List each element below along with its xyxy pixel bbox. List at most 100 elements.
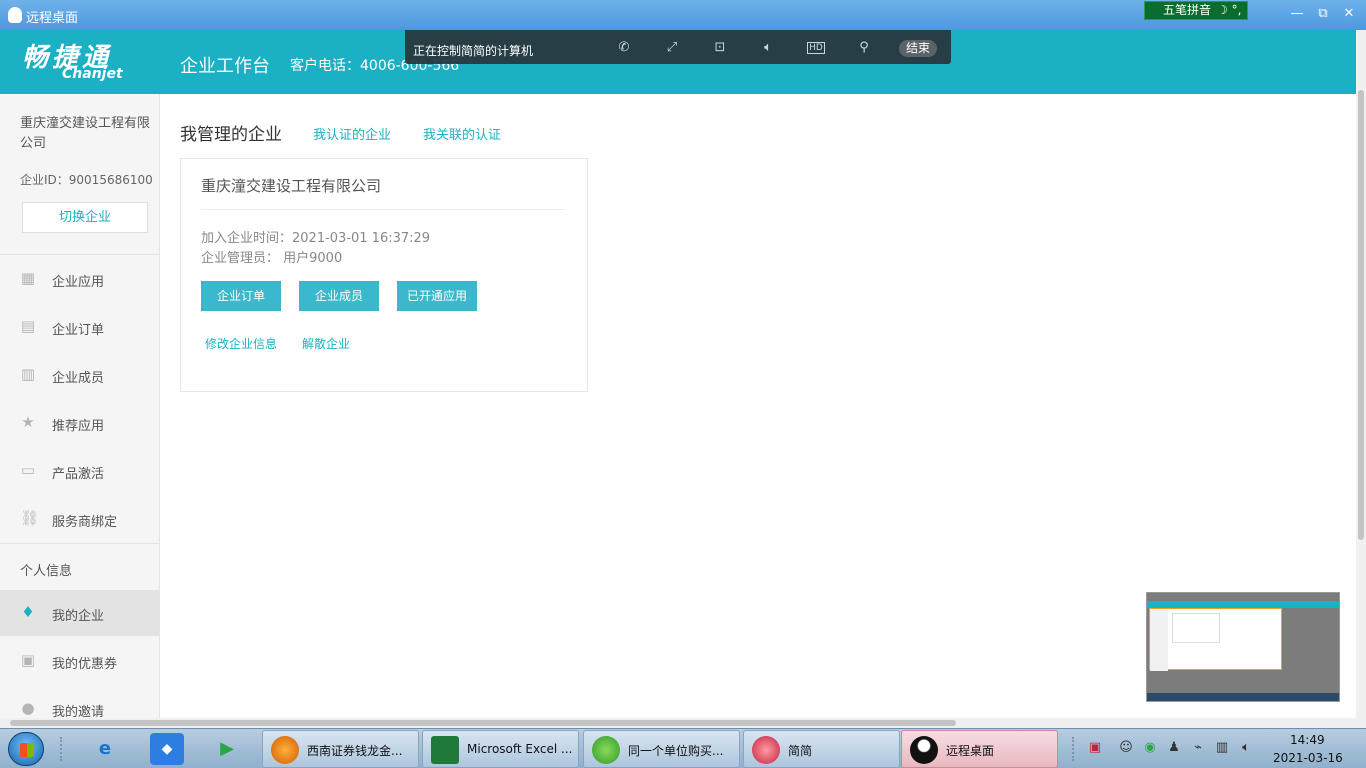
tab-related-certifications[interactable]: 我关联的认证 [423,124,501,143]
sidebar-item-label: 企业订单 [52,323,105,338]
scroll-thumb[interactable] [10,720,956,726]
edit-company-link[interactable]: 修改企业信息 [205,335,277,352]
card-join-time: 加入企业时间：2021-03-01 16:37:29 [201,231,431,246]
logo-en: Chanjet [62,66,123,82]
ticket-icon: ▭ [20,461,36,479]
vertical-scrollbar[interactable] [1356,30,1366,728]
ime-extra: ☽ °, [1217,3,1242,17]
hd-icon[interactable]: HD [807,42,825,54]
preview-header [1147,601,1339,608]
start-button[interactable] [8,732,44,766]
sidebar-item-members[interactable]: ▥ 企业成员 [0,352,159,398]
pin-icon[interactable]: ⚲ [855,40,873,56]
divider [0,543,159,544]
tray-volume-icon[interactable]: 🔈︎ [1238,740,1254,756]
sidebar-item-label: 产品激活 [52,467,105,482]
qq-icon [910,736,938,764]
company-members-button[interactable]: 企业成员 [299,281,379,311]
sidebar-company-id: 企业ID：90015686100 [20,173,153,187]
company-orders-button[interactable]: 企业订单 [201,281,281,311]
remote-status: 正在控制简简的计算机 [413,44,534,58]
tray-monkey-icon[interactable]: ☺ [1118,740,1134,756]
task-label: 简简 [788,744,813,758]
sidebar-item-recommended[interactable]: ★ 推荐应用 [0,400,159,446]
sidebar-company-name: 重庆潼交建设工程有限公司 [20,116,151,151]
restore-button[interactable]: ⧉ [1312,5,1334,23]
tray-grip [1072,737,1076,761]
avatar [752,736,780,764]
task-label: 同一个单位购买... [628,744,724,758]
taskbar-grip [60,737,64,761]
sidebar-item-activation[interactable]: ▭ 产品激活 [0,448,159,494]
tray-app-icon[interactable]: ▣ [1087,740,1103,756]
sidebar-item-orders[interactable]: ▤ 企业订单 [0,304,159,350]
video-player-icon[interactable]: ▶ [210,733,244,765]
clock-date[interactable]: 2021-03-16 [1273,751,1343,765]
remote-desktop-titlebar: 远程桌面 五笔拼音 ☽ °, — ⧉ ✕ [0,0,1366,30]
screenshot-icon[interactable]: ⊡ [711,40,729,56]
shield-icon[interactable]: ◆ [150,733,184,765]
stock-app-icon [271,736,299,764]
minimize-button[interactable]: — [1286,5,1308,23]
task-browser[interactable]: 同一个单位购买... [583,730,740,768]
tab-managed-companies[interactable]: 我管理的企业 [180,120,282,145]
sidebar-item-label: 推荐应用 [52,419,105,434]
building-icon: ▥ [20,365,36,383]
sidebar-item-invites[interactable]: ● 我的邀请 [0,686,159,720]
sidebar-item-apps[interactable]: ▦ 企业应用 [0,256,159,302]
volume-icon[interactable]: 🔈︎ [759,40,777,56]
preview-sidebar [1150,609,1168,671]
page-title: 企业工作台 [180,56,270,77]
tray-browser-icon[interactable]: ◉ [1142,740,1158,756]
tab-certified-companies[interactable]: 我认证的企业 [313,124,391,143]
fullscreen-icon[interactable]: ⤢ [663,40,681,56]
order-icon: ▤ [20,317,36,335]
sidebar: 重庆潼交建设工程有限公司 企业ID：90015686100 切换企业 ▦ 企业应… [0,94,160,720]
remote-control-toolbar: 正在控制简简的计算机 ✆ ⤢ ⊡ 🔈︎ HD ⚲ 结束 [405,30,951,64]
opened-apps-button[interactable]: 已开通应用 [397,281,477,311]
tray-network-icon[interactable]: ▥ [1214,740,1230,756]
remote-screen-preview[interactable] [1146,592,1340,702]
horizontal-scrollbar[interactable] [0,718,1356,728]
ime-indicator[interactable]: 五笔拼音 ☽ °, [1144,1,1248,20]
window-title: 远程桌面 [26,11,79,26]
close-button[interactable]: ✕ [1338,5,1360,23]
task-label: 远程桌面 [946,744,995,758]
dissolve-company-link[interactable]: 解散企业 [302,335,350,352]
task-jianjian[interactable]: 简简 [743,730,900,768]
tray-qq-icon[interactable]: ♟ [1166,740,1182,756]
end-button[interactable]: 结束 [899,40,937,57]
qq-icon [8,7,22,23]
section-personal-info: 个人信息 [20,564,73,579]
excel-icon [431,736,459,764]
phone-icon[interactable]: ✆ [615,40,633,56]
sidebar-item-label: 我的优惠券 [52,657,118,672]
preview-card [1172,613,1220,643]
preview-taskbar [1147,693,1339,701]
apps-icon: ▦ [20,269,36,287]
preview-window [1149,608,1282,671]
ie-icon[interactable]: e [88,733,122,765]
task-excel[interactable]: Microsoft Excel ... [422,730,579,768]
coupon-icon: ▣ [20,651,36,669]
scroll-thumb[interactable] [1358,90,1364,540]
taskbar: e ◆ ▶ 西南证券钱龙金... Microsoft Excel ... 同一个… [0,728,1366,768]
sidebar-item-coupons[interactable]: ▣ 我的优惠券 [0,638,159,684]
card-divider [201,209,565,210]
tray-usb-icon[interactable]: ⌁ [1190,740,1206,756]
switch-company-button[interactable]: 切换企业 [22,202,148,233]
link-icon: ⛓ [20,509,40,527]
card-company-name: 重庆潼交建设工程有限公司 [201,177,382,195]
sidebar-item-label: 我的企业 [52,609,105,624]
sidebar-item-label: 服务商绑定 [52,515,118,530]
clock-time[interactable]: 14:49 [1290,733,1325,747]
task-stock-app[interactable]: 西南证券钱龙金... [262,730,419,768]
ime-label: 五笔拼音 [1163,3,1212,17]
sidebar-item-label: 企业成员 [52,371,105,386]
user-icon: ● [21,699,35,717]
sidebar-item-provider[interactable]: ⛓ 服务商绑定 [0,496,159,542]
sidebar-item-label: 企业应用 [52,275,105,290]
sidebar-item-my-company[interactable]: ♦ 我的企业 [0,590,159,636]
divider [0,254,159,255]
task-remote-desktop[interactable]: 远程桌面 [901,730,1058,768]
